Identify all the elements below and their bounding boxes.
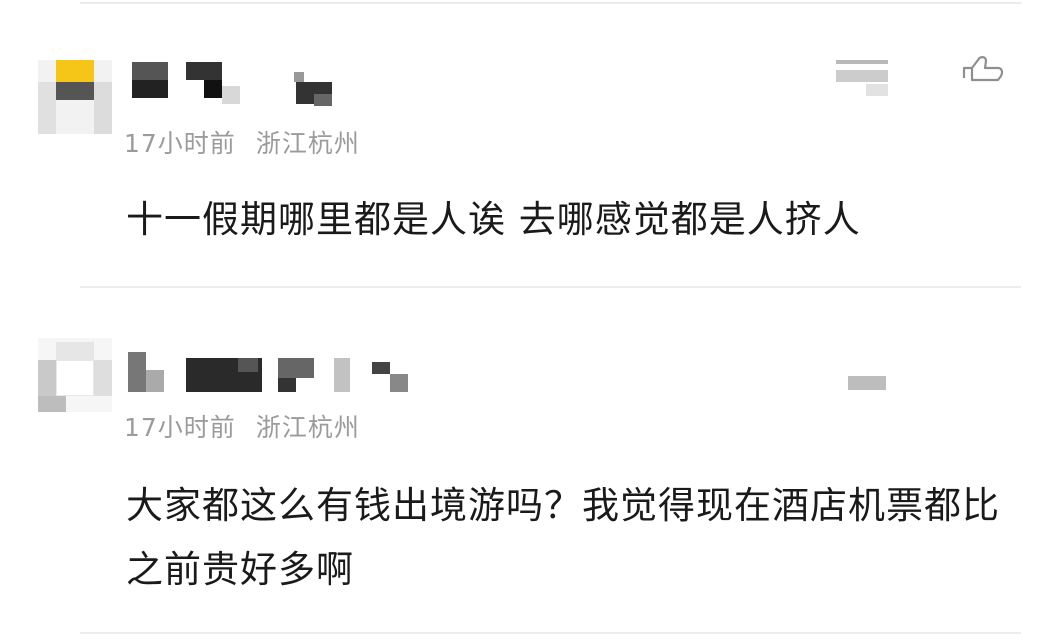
comment-meta: 17小时前 浙江杭州 xyxy=(124,124,360,160)
comment-text: 大家都这么有钱出境游吗？我觉得现在酒店机票都比之前贵好多啊 xyxy=(126,484,1000,591)
avatar[interactable] xyxy=(38,60,112,134)
avatar[interactable] xyxy=(38,338,112,412)
comment-time: 17小时前 xyxy=(124,413,236,442)
comment-location: 浙江杭州 xyxy=(255,129,360,158)
comment-text: 十一假期哪里都是人诶 去哪感觉都是人挤人 xyxy=(126,198,861,241)
menu-icon[interactable] xyxy=(836,60,892,100)
bottom-divider xyxy=(80,632,1021,634)
thumbs-up-icon[interactable] xyxy=(960,52,1008,84)
comment-meta: 17小时前 浙江杭州 xyxy=(124,408,360,444)
comment-divider xyxy=(80,286,1021,288)
comment-time: 17小时前 xyxy=(124,129,236,158)
username-pixelated[interactable] xyxy=(128,62,338,106)
username-pixelated[interactable] xyxy=(128,352,418,396)
menu-icon[interactable] xyxy=(848,376,888,396)
comment-location: 浙江杭州 xyxy=(255,413,360,442)
top-divider xyxy=(80,2,1021,4)
